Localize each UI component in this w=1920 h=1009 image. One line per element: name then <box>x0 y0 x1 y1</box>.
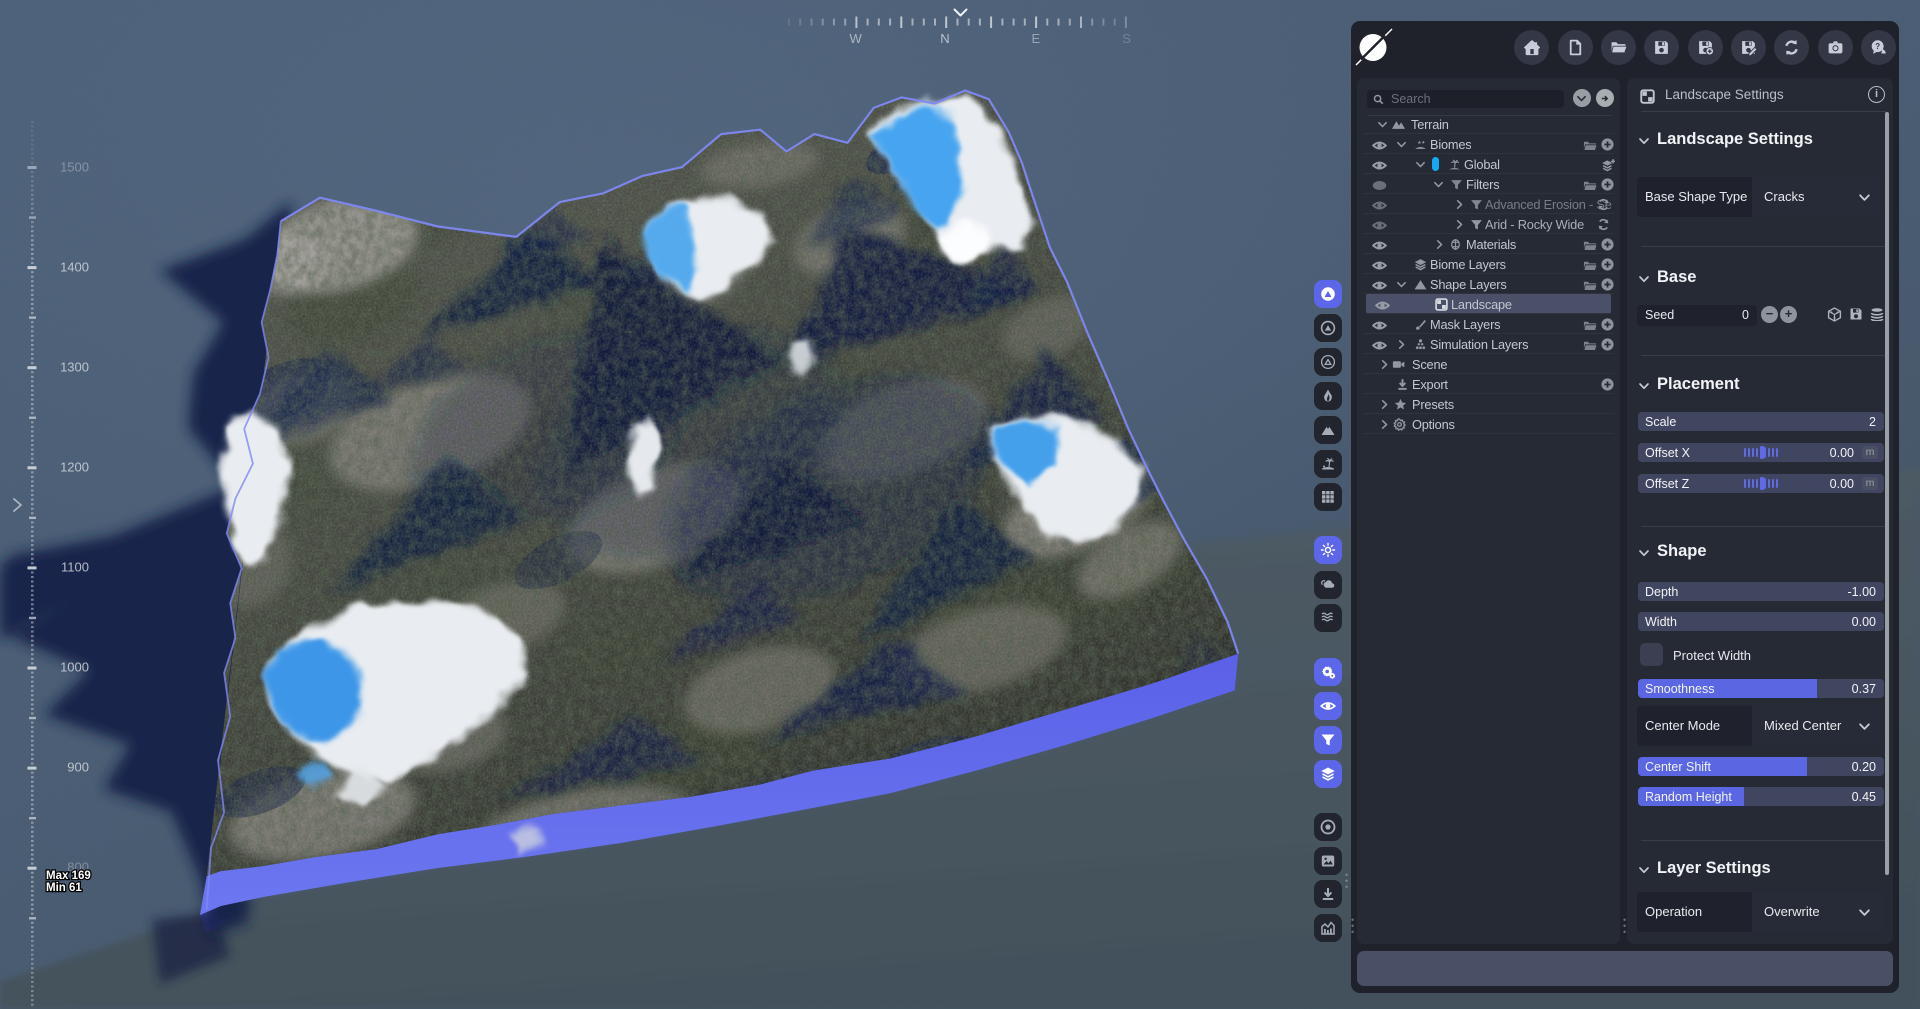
svg-text:1300: 1300 <box>60 360 89 375</box>
svg-text:W: W <box>849 31 862 46</box>
svg-text:S: S <box>1122 31 1131 46</box>
svg-text:1200: 1200 <box>60 460 89 475</box>
svg-text:900: 900 <box>67 760 89 775</box>
svg-text:1500: 1500 <box>60 160 89 175</box>
svg-text:Max 169: Max 169 <box>46 870 91 882</box>
svg-text:1400: 1400 <box>60 260 89 275</box>
svg-text:1000: 1000 <box>60 660 89 675</box>
svg-text:E: E <box>1031 31 1040 46</box>
svg-text:?: ? <box>1875 42 1880 51</box>
svg-text:N: N <box>940 31 949 46</box>
svg-text:Min 61: Min 61 <box>46 882 82 894</box>
svg-text:1100: 1100 <box>61 560 89 575</box>
